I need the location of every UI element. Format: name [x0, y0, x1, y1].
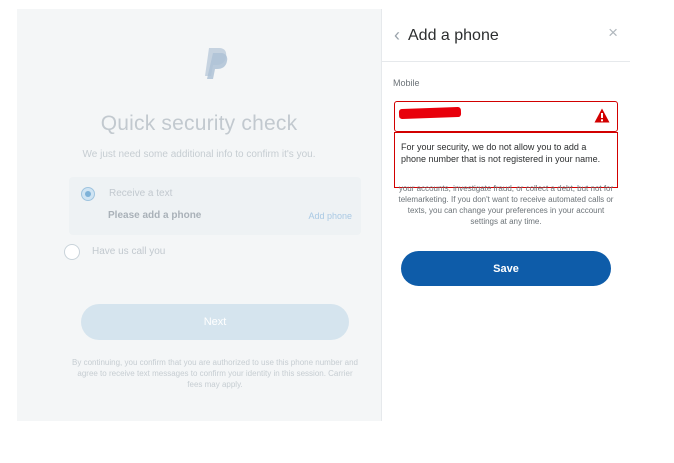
add-phone-dialog: ‹ Add a phone × Mobile For your security…: [381, 9, 630, 421]
consent-text: By continuing, you confirm that you are …: [72, 358, 358, 389]
dialog-title: Add a phone: [408, 27, 499, 44]
receive-text-label: Receive a text: [109, 188, 173, 199]
mobile-number-input[interactable]: [394, 101, 618, 132]
receive-text-radio[interactable]: [81, 187, 95, 201]
save-button[interactable]: Save: [401, 251, 611, 286]
page-subtitle: We just need some additional info to con…: [82, 149, 316, 160]
call-me-label: Have us call you: [92, 246, 166, 257]
dialog-header: ‹ Add a phone ×: [382, 9, 630, 62]
mobile-field-label: Mobile: [393, 78, 420, 88]
back-chevron-icon[interactable]: ‹: [394, 25, 400, 45]
paypal-logo: [205, 48, 228, 79]
add-phone-link[interactable]: Add phone: [308, 211, 352, 221]
security-check-panel: Quick security check We just need some a…: [17, 9, 381, 421]
receive-text-option[interactable]: Receive a text Please add a phone Add ph…: [69, 177, 361, 235]
phone-usage-disclaimer: your accounts, investigate fraud, or col…: [398, 184, 614, 226]
close-icon[interactable]: ×: [608, 23, 618, 43]
redacted-phone-number: [398, 106, 462, 120]
call-me-radio[interactable]: [64, 244, 80, 260]
page-title: Quick security check: [100, 112, 298, 135]
next-button[interactable]: Next: [81, 304, 349, 340]
add-phone-prompt: Please add a phone: [108, 210, 202, 221]
error-tooltip: For your security, we do not allow you t…: [394, 132, 618, 188]
warning-icon: [594, 108, 610, 123]
